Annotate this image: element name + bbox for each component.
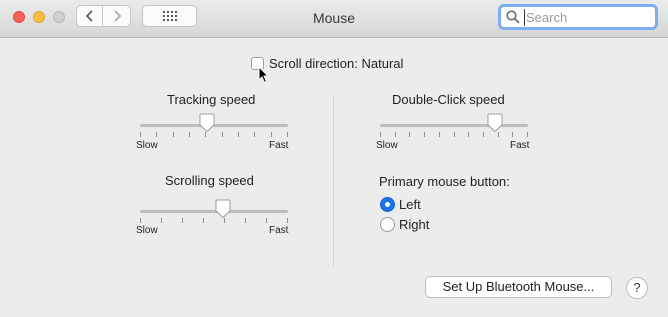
slider-thumb[interactable]	[215, 199, 231, 219]
slider-tick	[189, 132, 190, 137]
slider-tick	[454, 132, 455, 137]
search-field[interactable]	[498, 4, 658, 30]
slider-tick	[140, 132, 141, 137]
scrolling-fast-label: Fast	[269, 225, 289, 236]
slider-tick	[238, 132, 239, 137]
slider-tick	[395, 132, 396, 137]
scrolling-speed-slider[interactable]	[140, 199, 288, 226]
slider-tick	[254, 132, 255, 137]
double-click-speed-slider[interactable]	[380, 113, 528, 140]
left-radio-label: Left	[399, 197, 421, 212]
slider-tick	[424, 132, 425, 137]
double-click-fast-label: Fast	[510, 140, 530, 151]
scroll-direction-label: Scroll direction: Natural	[269, 56, 404, 71]
mouse-pointer-icon	[258, 66, 270, 84]
right-radio-label: Right	[399, 217, 430, 232]
slider-track	[140, 210, 288, 213]
double-click-speed-label: Double-Click speed	[392, 92, 505, 107]
tracking-slow-label: Slow	[136, 140, 158, 151]
tracking-speed-label: Tracking speed	[167, 92, 256, 107]
slider-thumb[interactable]	[199, 113, 215, 133]
right-radio[interactable]	[380, 217, 395, 232]
scroll-direction-option[interactable]: Scroll direction: Natural	[251, 56, 403, 71]
left-radio[interactable]	[380, 197, 395, 212]
slider-tick	[271, 132, 272, 137]
slider-tick	[161, 218, 162, 223]
tracking-fast-label: Fast	[269, 140, 289, 151]
slider-tick	[156, 132, 157, 137]
slider-tick	[222, 132, 223, 137]
slider-tick	[380, 132, 381, 137]
slider-tick	[512, 132, 513, 137]
slider-tick	[266, 218, 267, 223]
tracking-speed-slider[interactable]	[140, 113, 288, 140]
primary-left-option[interactable]: Left	[380, 197, 421, 212]
primary-mouse-button-label: Primary mouse button:	[379, 174, 510, 189]
search-icon	[506, 10, 520, 24]
slider-thumb[interactable]	[487, 113, 503, 133]
slider-tick	[287, 218, 288, 223]
help-button[interactable]: ?	[626, 277, 648, 299]
slider-tick	[140, 218, 141, 223]
slider-tick	[287, 132, 288, 137]
scrolling-speed-label: Scrolling speed	[165, 173, 254, 188]
title-bar: Mouse	[0, 0, 668, 38]
set-up-bluetooth-mouse-button[interactable]: Set Up Bluetooth Mouse...	[425, 276, 612, 298]
slider-tick	[527, 132, 528, 137]
column-divider	[333, 96, 334, 266]
slider-tick	[483, 132, 484, 137]
scrolling-slow-label: Slow	[136, 225, 158, 236]
search-input[interactable]	[524, 8, 648, 26]
slider-track	[380, 124, 528, 127]
slider-tick	[245, 218, 246, 223]
slider-tick	[409, 132, 410, 137]
primary-right-option[interactable]: Right	[380, 217, 429, 232]
slider-tick	[439, 132, 440, 137]
slider-tick	[173, 132, 174, 137]
slider-tick	[182, 218, 183, 223]
slider-tick	[468, 132, 469, 137]
double-click-slow-label: Slow	[376, 140, 398, 151]
slider-tick	[203, 218, 204, 223]
